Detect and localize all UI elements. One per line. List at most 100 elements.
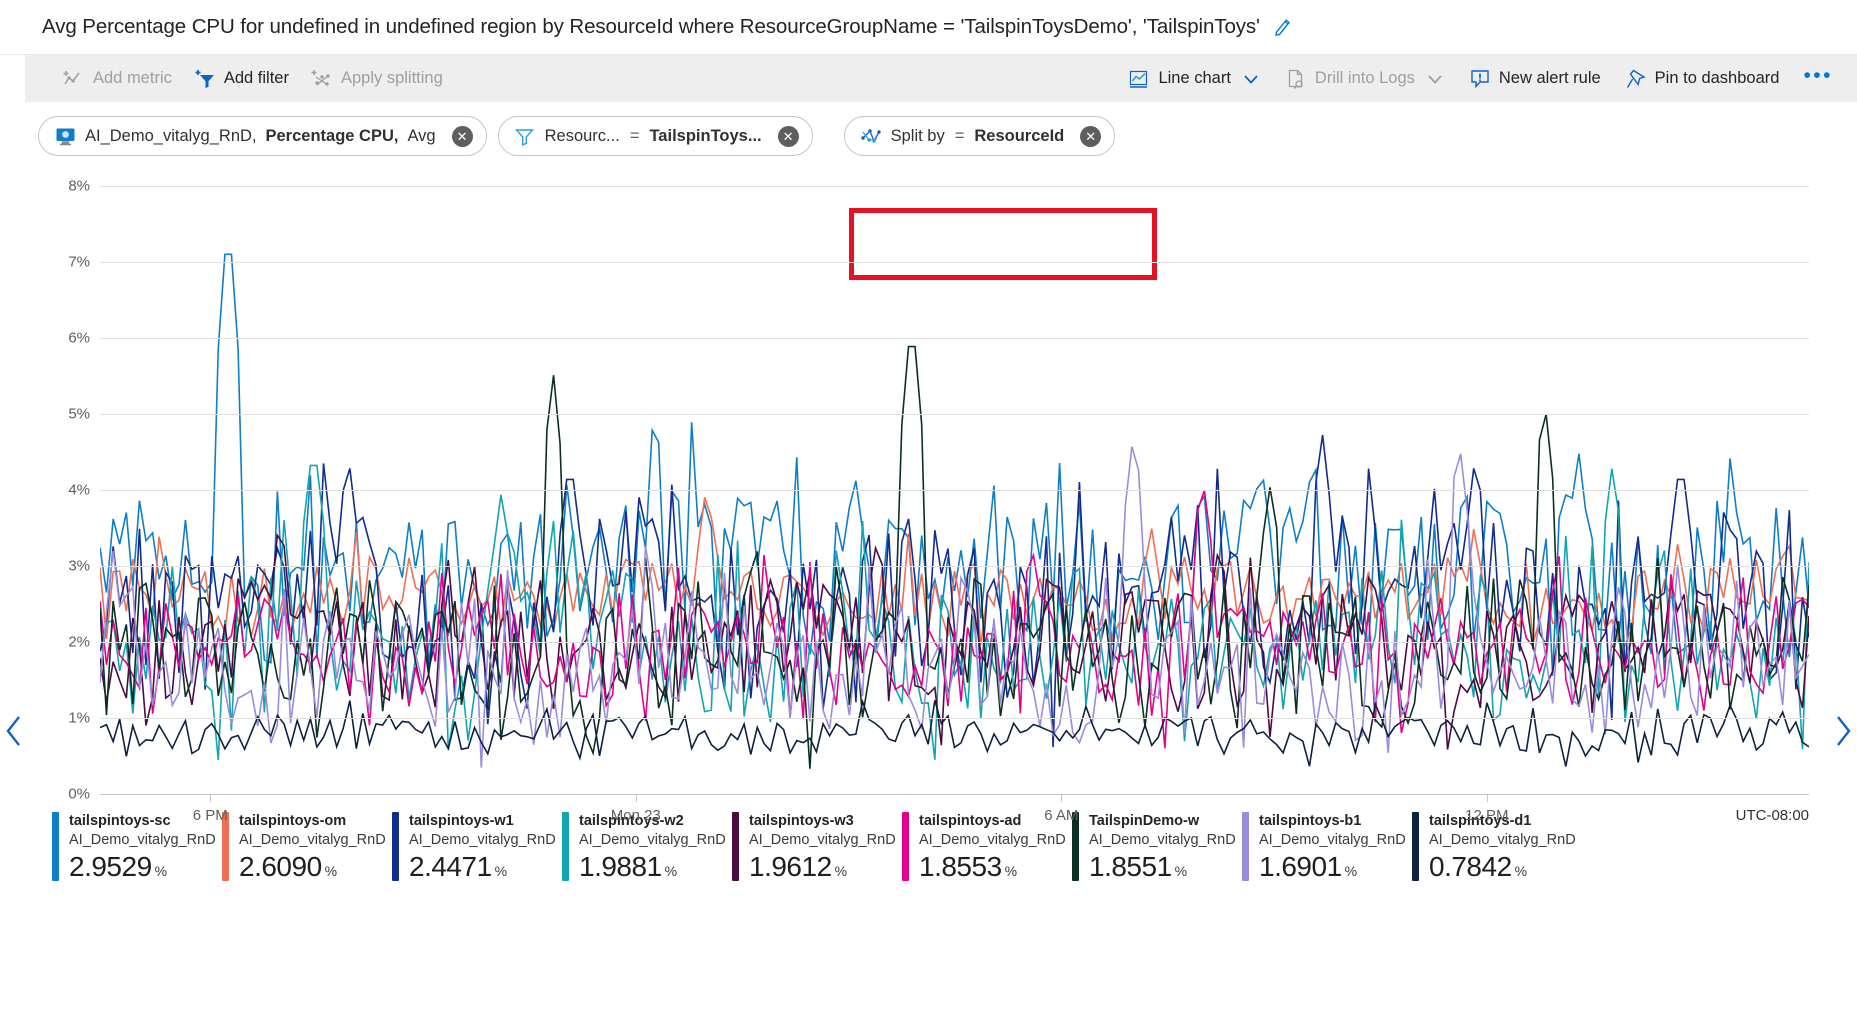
y-axis-tick-label: 7% [68,254,90,271]
y-axis-tick-label: 0% [68,786,90,803]
legend-item[interactable]: tailspintoys-w3AI_Demo_vitalyg_RnD 1.9612… [732,812,902,881]
toolbar-right-group: Line chart Drill into Logs [1128,64,1833,94]
filter-pills-row: AI_Demo_vitalyg_RnD, Percentage CPU, Avg… [0,102,1857,170]
split-by-pill-operator: = [955,127,965,146]
pencil-icon[interactable] [1272,16,1294,38]
add-filter-icon [194,68,216,90]
legend-series-name: tailspintoys-w3 [749,812,896,831]
y-axis-tick-label: 1% [68,710,90,727]
split-by-pill[interactable]: Split by = ResourceId ✕ [844,116,1116,156]
legend-unit: % [325,863,337,879]
chevron-right-icon[interactable] [1829,711,1855,751]
y-axis-tick-label: 4% [68,482,90,499]
legend-value: 2.6090 [239,853,322,881]
drill-into-logs-button[interactable]: Drill into Logs [1285,68,1445,90]
legend-resource-group: AI_Demo_vitalyg_RnD [239,831,386,850]
legend-resource-group: AI_Demo_vitalyg_RnD [1259,831,1406,850]
page-title: Avg Percentage CPU for undefined in unde… [42,15,1260,39]
y-gridline [100,186,1809,187]
legend-resource-group: AI_Demo_vitalyg_RnD [409,831,556,850]
series-line [100,465,1809,760]
legend-unit: % [495,863,507,879]
filter-pill-operator: = [630,127,640,146]
legend-series-name: tailspintoys-w1 [409,812,556,831]
legend-resource-group: AI_Demo_vitalyg_RnD [1089,831,1236,850]
virtual-machine-icon [54,125,76,147]
legend-color-swatch [1412,812,1419,881]
filter-pill-field: Resourc... [545,127,620,146]
y-axis-tick-label: 3% [68,558,90,575]
y-axis-tick-label: 6% [68,330,90,347]
chart-titlebar: Avg Percentage CPU for undefined in unde… [0,0,1857,55]
add-metric-label: Add metric [93,69,172,88]
x-axis-tick [636,794,637,802]
drill-into-logs-label: Drill into Logs [1315,69,1415,88]
pin-to-dashboard-button[interactable]: Pin to dashboard [1625,68,1780,90]
metric-pill[interactable]: AI_Demo_vitalyg_RnD, Percentage CPU, Avg… [38,116,487,156]
filter-pill[interactable]: Resourc... = TailspinToys... ✕ [498,116,813,156]
y-gridline [100,414,1809,415]
x-axis-tick-label: Mon 23 [611,807,661,824]
legend-series-name: TailspinDemo-w [1089,812,1236,831]
chevron-down-icon[interactable] [1241,69,1261,89]
apply-splitting-label: Apply splitting [341,69,443,88]
y-gridline [100,490,1809,491]
y-gridline [100,338,1809,339]
add-filter-button[interactable]: Add filter [194,68,289,90]
legend-value: 2.4471 [409,853,492,881]
line-chart-icon [1128,68,1150,90]
legend-item[interactable]: tailspintoys-omAI_Demo_vitalyg_RnD 2.6090… [222,812,392,881]
chevron-down-icon[interactable] [1425,69,1445,89]
new-alert-rule-button[interactable]: New alert rule [1469,68,1601,90]
legend-unit: % [155,863,167,879]
legend-color-swatch [902,812,909,881]
x-axis-tick-label: 12 PM [1465,807,1508,824]
legend-resource-group: AI_Demo_vitalyg_RnD [69,831,216,850]
series-line [100,347,1809,769]
apply-splitting-button[interactable]: Apply splitting [311,68,443,90]
pin-to-dashboard-label: Pin to dashboard [1655,69,1780,88]
legend-color-swatch [52,812,59,881]
alert-icon [1469,68,1491,90]
chart-type-button[interactable]: Line chart [1128,68,1260,90]
metric-pill-metric: Percentage CPU, [266,127,399,146]
legend-value: 1.6901 [1259,853,1342,881]
add-metric-button[interactable]: Add metric [63,68,172,90]
chart-plot-area[interactable]: 0%1%2%3%4%5%6%7%8%6 PMMon 236 AM12 PMUTC… [100,186,1809,794]
legend-unit: % [1005,863,1017,879]
metric-pill-aggregation: Avg [407,127,435,146]
apply-splitting-icon [311,68,333,90]
close-icon[interactable]: ✕ [452,126,473,147]
x-axis-tick [1061,794,1062,802]
legend-color-swatch [392,812,399,881]
x-axis-tick [1487,794,1488,802]
legend-series-name: tailspintoys-om [239,812,386,831]
more-commands-button[interactable]: ••• [1803,64,1833,94]
legend-resource-group: AI_Demo_vitalyg_RnD [749,831,896,850]
legend-value: 2.9529 [69,853,152,881]
close-icon[interactable]: ✕ [778,126,799,147]
add-metric-icon [63,68,85,90]
legend-resource-group: AI_Demo_vitalyg_RnD [1429,831,1576,850]
series-line [100,700,1809,766]
add-filter-label: Add filter [224,69,289,88]
x-axis-tick-label: 6 PM [193,807,228,824]
legend-item[interactable]: tailspintoys-w1AI_Demo_vitalyg_RnD 2.4471… [392,812,562,881]
legend-item[interactable]: tailspintoys-b1AI_Demo_vitalyg_RnD1.6901… [1242,812,1412,881]
filter-pill-value: TailspinToys... [649,127,761,146]
close-icon[interactable]: ✕ [1080,126,1101,147]
new-alert-rule-label: New alert rule [1499,69,1601,88]
legend-unit: % [1345,863,1357,879]
y-gridline [100,794,1809,795]
legend-item[interactable]: TailspinDemo-wAI_Demo_vitalyg_RnD1.8551% [1072,812,1242,881]
toolbar-left-group: Add metric Add filter [63,68,443,90]
drill-logs-icon [1285,68,1307,90]
x-axis-tick-label: 6 AM [1044,807,1078,824]
metrics-explorer-page: Avg Percentage CPU for undefined in unde… [0,0,1857,1023]
chevron-left-icon[interactable] [2,711,28,751]
legend-value: 1.9612 [749,853,832,881]
legend-color-swatch [1242,812,1249,881]
y-gridline [100,642,1809,643]
y-axis-tick-label: 5% [68,406,90,423]
metric-pill-scope: AI_Demo_vitalyg_RnD, [85,127,257,146]
